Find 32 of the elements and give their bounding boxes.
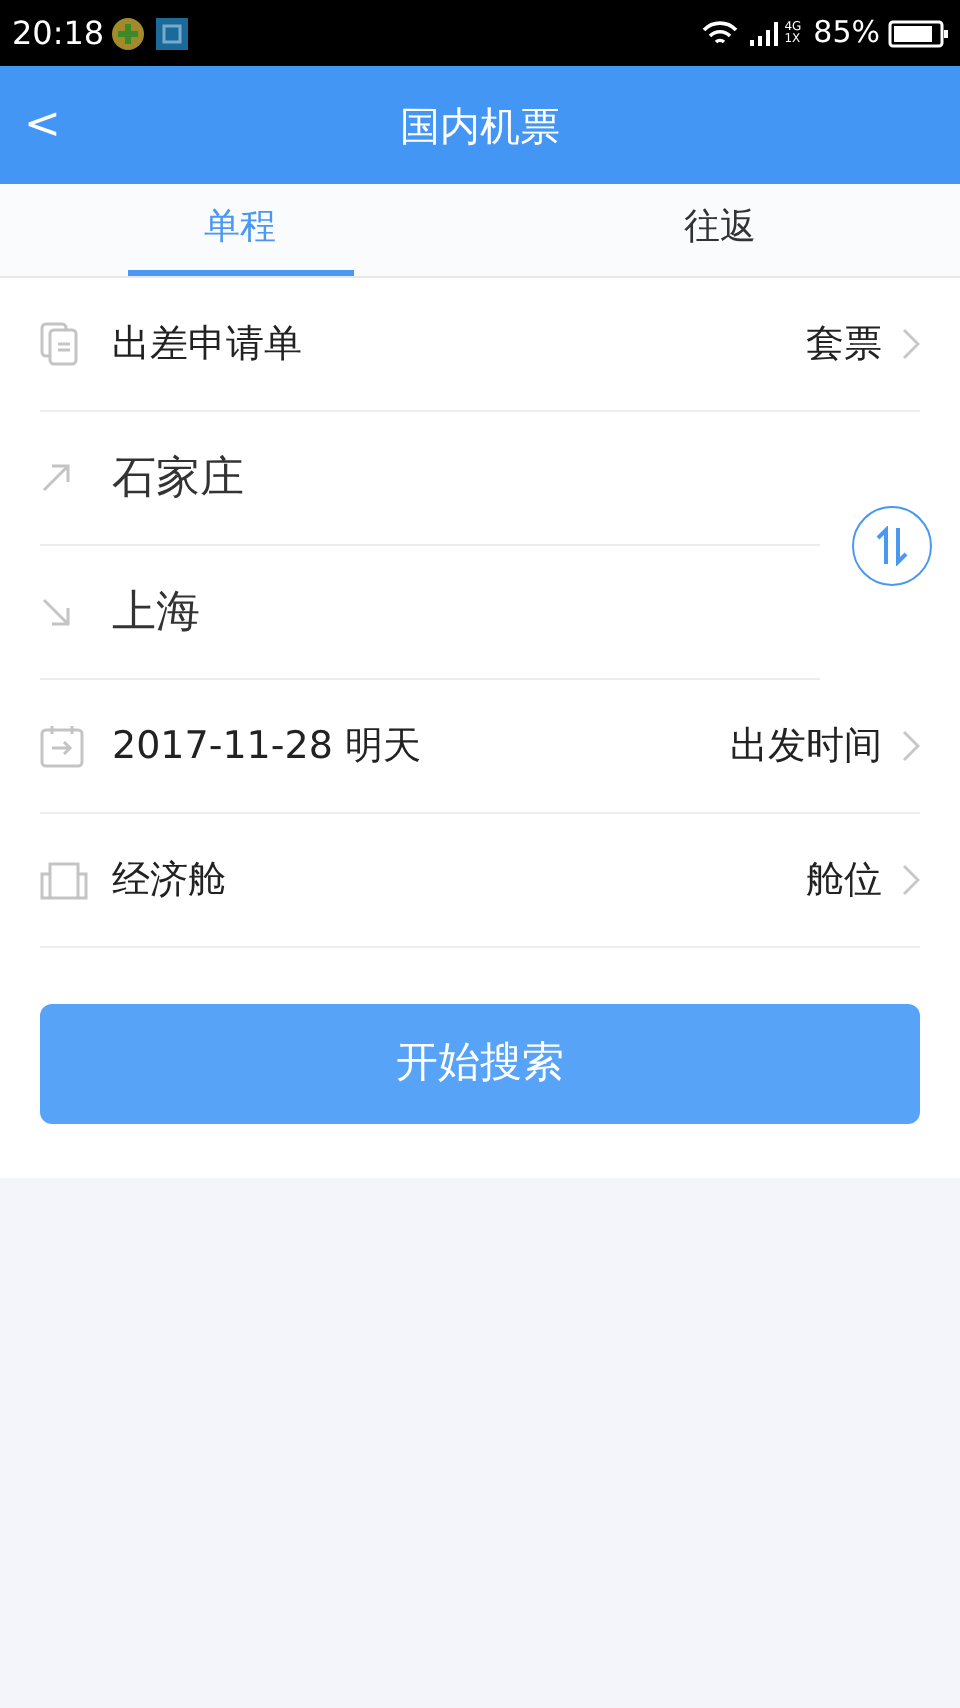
- chevron-right-icon: [902, 864, 920, 896]
- chevron-right-icon: [902, 328, 920, 360]
- battery-percent: 85%: [813, 12, 880, 55]
- city-row[interactable]: 石家庄: [40, 412, 820, 546]
- status-time: 20:18: [12, 11, 105, 55]
- row-value: 舱位: [806, 855, 882, 906]
- app-notification-icon: [156, 17, 189, 49]
- option-row[interactable]: 出差申请单 套票: [40, 278, 920, 412]
- signal-icon: [750, 19, 783, 47]
- seat-icon: [40, 858, 88, 902]
- page-title: 国内机票: [400, 99, 560, 153]
- swap-button[interactable]: [852, 506, 932, 586]
- option-row[interactable]: 经济舱 舱位: [40, 814, 920, 948]
- option-row[interactable]: 2017-11-28 明天 出发时间: [40, 680, 920, 814]
- row-label: 出差申请单: [112, 319, 304, 370]
- city-row[interactable]: 上海: [40, 546, 820, 680]
- calendar-icon: [40, 724, 84, 768]
- battery-icon: [888, 19, 948, 47]
- chevron-right-icon: [902, 730, 920, 762]
- city-name: 上海: [112, 585, 200, 641]
- row-value: 出发时间: [730, 721, 882, 772]
- tab[interactable]: 往返: [607, 184, 833, 276]
- arrow-up-right-icon: [40, 462, 72, 494]
- arrow-down-right-icon: [40, 596, 72, 628]
- swap-arrows-icon: [876, 526, 908, 566]
- row-value: 套票: [806, 319, 882, 370]
- app-notification-icon: [112, 17, 145, 49]
- wifi-icon: [702, 19, 739, 47]
- city-name: 石家庄: [112, 451, 244, 507]
- document-icon: [40, 322, 80, 366]
- row-label: 经济舱: [112, 855, 228, 906]
- row-label: 2017-11-28 明天: [112, 721, 423, 772]
